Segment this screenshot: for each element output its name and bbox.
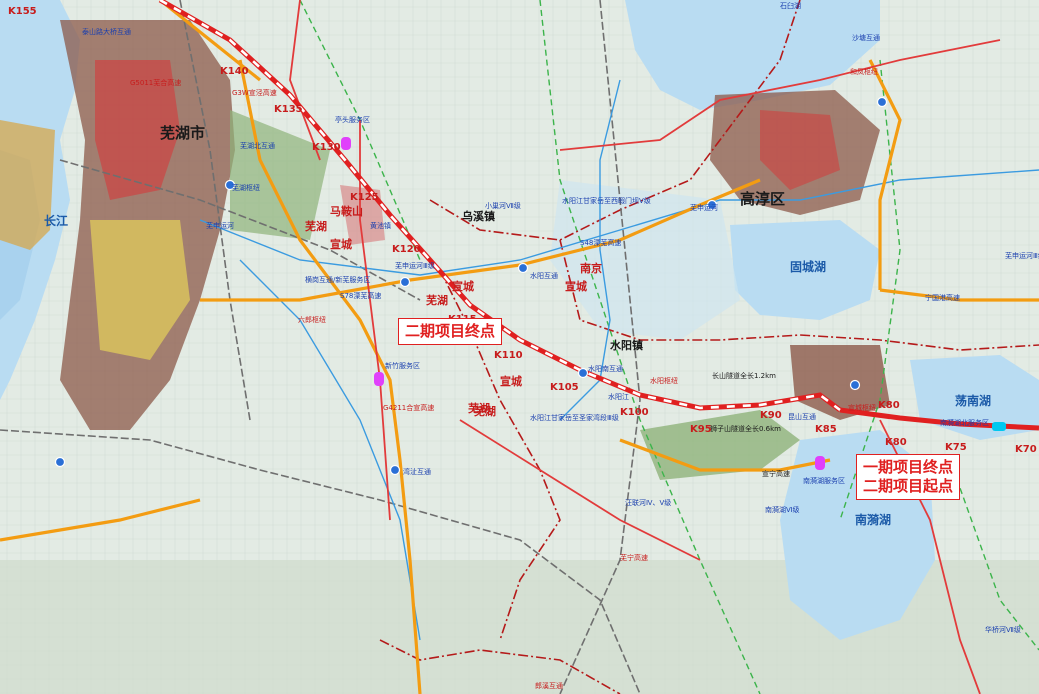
marker-shatang — [876, 96, 888, 108]
region-label: 宣城 — [565, 279, 587, 293]
feature-label: G4211合宣高速 — [383, 403, 434, 412]
feature-label: 水阳南互通 — [588, 364, 623, 373]
feature-label: 小巢河Ⅶ级 — [485, 201, 521, 210]
feature-label: 汪联河Ⅳ、Ⅴ级 — [625, 498, 671, 507]
feature-label: 水阳枢纽 — [650, 376, 678, 385]
marker-southwest — [54, 456, 66, 468]
feature-label: 宣宁高速 — [762, 469, 790, 478]
km-post: K100 — [620, 407, 649, 418]
km-post: K140 — [220, 66, 249, 77]
km-post: K80 — [885, 437, 907, 448]
feature-label: 沙塘互通 — [852, 33, 880, 42]
feature-label: G5011芜合高速 — [130, 78, 181, 87]
service-area-nanyi — [815, 456, 825, 470]
marker-langxi — [849, 379, 861, 391]
feature-label: 和凤枢纽 — [850, 67, 878, 76]
service-area-tingtou — [341, 137, 351, 150]
feature-label: 黄池镇 — [370, 221, 391, 230]
feature-label: 六郎枢纽 — [298, 315, 326, 324]
callout-phase-one-end-line2: 二期项目起点 — [863, 476, 954, 495]
feature-label: S48溧芜高速 — [580, 238, 621, 247]
service-area-xinzhu — [374, 372, 384, 386]
km-post: K155 — [8, 6, 37, 17]
feature-label: G3W宣泾高速 — [232, 88, 277, 97]
marker-shuiyang — [517, 262, 529, 274]
feature-label: 南漪湖服务区 — [803, 476, 845, 485]
feature-label: 亭头服务区 — [335, 115, 370, 124]
km-post: K130 — [312, 142, 341, 153]
km-post: K110 — [494, 350, 523, 361]
km-post: K120 — [392, 244, 421, 255]
water-label-nanyi: 南漪湖 — [855, 512, 891, 527]
feature-label: 芜申运河 — [206, 221, 234, 230]
feature-label: 水阳江甘家岳至西暇门坝Ⅴ级 — [562, 196, 651, 205]
town-label-maanshan: 马鞍山 — [330, 204, 363, 218]
feature-label: 泰山路大桥互通 — [82, 27, 131, 36]
feature-label: 横岗互通/新芜服务区 — [305, 275, 370, 284]
feature-label: 芜湖北互通 — [240, 141, 275, 150]
feature-label: 华桥河Ⅶ级 — [985, 625, 1021, 634]
region-label: 宣城 — [330, 237, 352, 251]
km-post: K70 — [1015, 444, 1037, 455]
water-label-dangnan: 荡南湖 — [955, 393, 991, 408]
marker-wanzhi — [389, 464, 401, 476]
feature-label: 南漪湖Ⅵ级 — [765, 505, 799, 514]
feature-label: S78溧芜高速 — [340, 291, 381, 300]
km-post: K85 — [815, 424, 837, 435]
callout-phase-one-end-line1: 一期项目终点 — [863, 458, 954, 476]
region-label: 芜湖 — [426, 293, 448, 307]
region-label: 宣城 — [452, 279, 474, 293]
feature-label: 狮子山隧道全长0.6km — [710, 424, 781, 433]
feature-label: 宁国港高速 — [925, 293, 960, 302]
feature-label: 昆山互通 — [788, 412, 816, 421]
feature-label: 芜湖枢纽 — [232, 183, 260, 192]
region-label: 南京 — [580, 261, 602, 275]
feature-label: 水阳互通 — [530, 271, 558, 280]
feature-label: 新竹服务区 — [385, 361, 420, 370]
marker-shuiyang-south — [577, 367, 589, 379]
feature-label: 芜宁高速 — [620, 553, 648, 562]
km-post: K105 — [550, 382, 579, 393]
feature-label: 石臼湖 — [780, 1, 801, 10]
town-label-wuhu-south: 芜湖 — [468, 401, 490, 415]
town-label-wuxi: 乌溪镇 — [462, 209, 495, 223]
water-label-gucheng: 固城湖 — [790, 259, 826, 274]
callout-phase-two-end-text: 二期项目终点 — [405, 322, 496, 340]
callout-phase-two-end: 二期项目终点 — [398, 318, 503, 345]
water-label-changjiang: 长江 — [44, 213, 68, 228]
service-area-nanyi-north — [992, 422, 1006, 431]
feature-label: 芜申运河Ⅲ级 — [395, 261, 435, 270]
feature-label: 芜申运河Ⅲ级 — [1005, 251, 1039, 260]
feature-label: 水阳江 — [608, 392, 629, 401]
region-label: 芜湖 — [305, 219, 327, 233]
west-bank-urban — [0, 120, 55, 250]
city-label-wuhu: 芜湖市 — [160, 124, 205, 142]
town-label-shuiyang: 水阳镇 — [610, 338, 643, 352]
feature-label: 湾沚互通 — [403, 467, 431, 476]
marker-hengang — [399, 276, 411, 288]
km-post: K125 — [350, 192, 379, 203]
km-post: K80 — [878, 400, 900, 411]
feature-label: 郎溪互通 — [535, 681, 563, 690]
region-label: 宣城 — [500, 374, 522, 388]
km-post: K135 — [274, 104, 303, 115]
km-post: K95 — [690, 424, 712, 435]
callout-phase-one-end: 一期项目终点 二期项目起点 — [856, 454, 961, 500]
feature-label: 芜申运河 — [690, 203, 718, 212]
feature-label: 长山隧道全长1.2km — [712, 371, 776, 380]
project-route-map: 芜湖市 高淳区 芜湖 宣城 南京 宣城 芜湖 宣城 芜湖 宣城 长江 固城湖 南… — [0, 0, 1039, 694]
km-post: K90 — [760, 410, 782, 421]
feature-label: 水阳江甘家岳至圣家湾段Ⅲ级 — [530, 413, 619, 422]
km-post: K75 — [945, 442, 967, 453]
feature-label: 南漪湖北服务区 — [940, 418, 989, 427]
feature-label: 宣城枢纽 — [848, 403, 876, 412]
city-label-gaochun: 高淳区 — [740, 190, 785, 208]
